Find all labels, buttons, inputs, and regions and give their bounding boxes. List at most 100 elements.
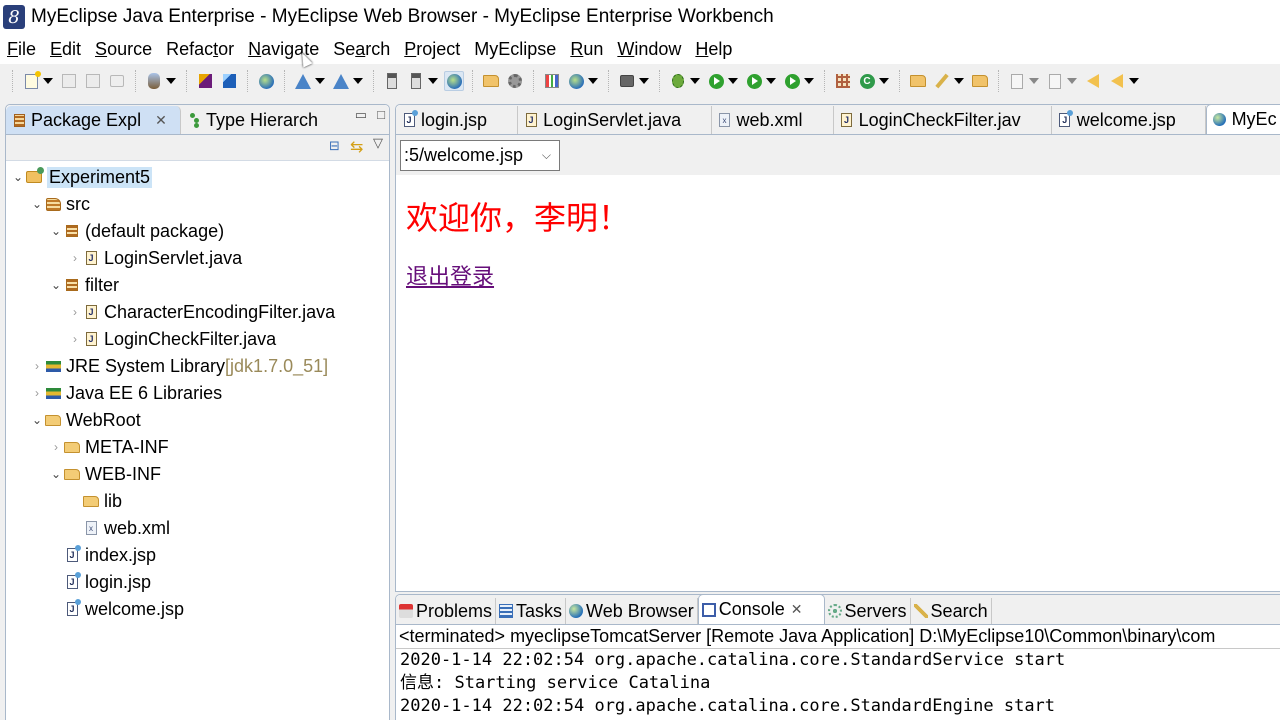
debug-button[interactable] <box>668 71 688 91</box>
logout-link[interactable]: 退出登录 <box>406 259 494 291</box>
tree-item[interactable]: ⌄ (default package) <box>48 218 224 244</box>
deploy-server-dropdown[interactable] <box>353 71 363 91</box>
chevron-down-icon[interactable]: ⌄ <box>29 191 45 217</box>
new-ejb-button[interactable] <box>195 71 215 91</box>
tab-servers[interactable]: Servers <box>825 598 911 624</box>
menu-project[interactable]: Project <box>404 39 460 60</box>
url-combo[interactable]: :5/welcome.jsp ⌵ <box>400 140 560 171</box>
tree-item[interactable]: › J LoginServlet.java <box>67 245 242 271</box>
last-edit-button[interactable] <box>1083 71 1103 91</box>
tree-item[interactable]: ⌄ WEB-INF <box>48 461 161 487</box>
tab-type-hierarchy[interactable]: Type Hierarch <box>181 106 324 134</box>
tree-item[interactable]: Jindex.jsp <box>48 542 156 568</box>
chevron-right-icon[interactable]: › <box>29 353 45 379</box>
tab-web-browser[interactable]: Web Browser <box>566 598 698 624</box>
tree-item[interactable]: › META-INF <box>48 434 169 460</box>
chevron-down-icon[interactable]: ⌄ <box>29 407 45 433</box>
debug-dropdown[interactable] <box>690 71 700 91</box>
console-output[interactable]: 2020-1-14 22:02:54 org.apache.catalina.c… <box>396 649 1280 720</box>
collapse-all-icon[interactable]: ⊟ <box>329 138 340 154</box>
report-button[interactable] <box>542 71 562 91</box>
next-annotation-dropdown[interactable] <box>1029 71 1039 91</box>
tree-item[interactable]: › J CharacterEncodingFilter.java <box>67 299 335 325</box>
tab-search[interactable]: Search <box>911 598 992 624</box>
new-bean-button[interactable] <box>144 71 164 91</box>
tab-package-explorer[interactable]: Package Expl ✕ <box>6 106 181 134</box>
chevron-down-icon[interactable]: ⌄ <box>10 164 26 190</box>
tree-item[interactable]: lib <box>67 488 122 514</box>
server-manage-button[interactable] <box>382 71 402 91</box>
new-file-button[interactable] <box>21 70 41 91</box>
editor-tab-welcome-jsp[interactable]: Jwelcome.jsp <box>1052 106 1206 134</box>
tree-item[interactable]: ⌄ WebRoot <box>29 407 141 433</box>
maximize-icon[interactable]: □ <box>377 107 385 122</box>
deploy-button[interactable] <box>293 71 313 91</box>
chevron-right-icon[interactable]: › <box>67 326 83 352</box>
deploy-dropdown[interactable] <box>315 71 325 91</box>
remote-button[interactable] <box>505 71 525 91</box>
menu-myeclipse[interactable]: MyEclipse <box>474 39 556 60</box>
menu-help[interactable]: Help <box>695 39 732 60</box>
external-tools-button[interactable] <box>782 71 802 91</box>
tree-item[interactable]: › J LoginCheckFilter.java <box>67 326 276 352</box>
menu-edit[interactable]: Edit <box>50 39 81 60</box>
new-class-button[interactable]: C <box>857 71 877 91</box>
editor-tab-myec[interactable]: MyEc <box>1205 104 1280 134</box>
web-2-0-button[interactable] <box>256 71 276 91</box>
new-web-project-button[interactable] <box>219 71 239 91</box>
server-run-dropdown[interactable] <box>428 71 438 91</box>
web-browser-button[interactable] <box>444 71 464 91</box>
chevron-right-icon[interactable]: › <box>67 245 83 271</box>
run-dropdown[interactable] <box>728 71 738 91</box>
new-bean-dropdown[interactable] <box>166 71 176 91</box>
open-type-button[interactable] <box>908 71 928 91</box>
tree-item[interactable]: › JRE System Library [jdk1.7.0_51] <box>29 353 328 379</box>
external-tools-dropdown[interactable] <box>804 71 814 91</box>
editor-tab-login-jsp[interactable]: Jlogin.jsp <box>396 106 519 134</box>
camera-button[interactable] <box>617 71 637 91</box>
prev-annotation-dropdown[interactable] <box>1067 71 1077 91</box>
save-button[interactable] <box>59 71 79 91</box>
server-run-button[interactable] <box>406 71 426 91</box>
back-dropdown[interactable] <box>1129 71 1139 91</box>
editor-tab-logincheckfilter-jav[interactable]: J LoginCheckFilter.jav <box>834 106 1052 134</box>
tree-item[interactable]: ⌄ src <box>29 191 90 217</box>
tree-item[interactable]: Jlogin.jsp <box>48 569 151 595</box>
tree-item[interactable]: ⌄ filter <box>48 272 119 298</box>
tab-problems[interactable]: Problems <box>396 598 497 624</box>
tree-item[interactable]: Jwelcome.jsp <box>48 596 184 622</box>
chevron-right-icon[interactable]: › <box>48 434 64 460</box>
open-resource-button[interactable] <box>970 71 990 91</box>
search-pen-dropdown[interactable] <box>954 71 964 91</box>
minimize-icon[interactable]: ▭ <box>355 107 367 123</box>
menu-search[interactable]: Search <box>333 39 390 60</box>
view-menu-icon[interactable]: ▽ <box>373 135 383 151</box>
save-all-button[interactable] <box>83 71 103 91</box>
run-button[interactable] <box>706 71 726 91</box>
new-file-dropdown[interactable] <box>43 71 53 91</box>
tab-console[interactable]: Console ✕ <box>697 594 825 624</box>
new-class-dropdown[interactable] <box>879 71 889 91</box>
tree-item[interactable]: x web.xml <box>67 515 170 541</box>
chevron-down-icon[interactable]: ⌄ <box>48 461 64 487</box>
chevron-right-icon[interactable]: › <box>29 380 45 406</box>
tab-tasks[interactable]: Tasks <box>496 598 567 624</box>
deploy-server-button[interactable] <box>331 71 351 91</box>
menu-run[interactable]: Run <box>570 39 603 60</box>
chevron-down-icon[interactable]: ⌄ <box>48 272 64 298</box>
chevron-right-icon[interactable]: › <box>67 299 83 325</box>
tree-item[interactable]: › Java EE 6 Libraries <box>29 380 222 406</box>
run-history-button[interactable] <box>744 71 764 91</box>
link-with-editor-icon[interactable]: ⇆ <box>350 137 363 157</box>
open-folder-button[interactable] <box>481 71 501 91</box>
prev-annotation-button[interactable] <box>1045 71 1065 91</box>
next-annotation-button[interactable] <box>1007 71 1027 91</box>
menu-source[interactable]: Source <box>95 39 152 60</box>
editor-tab-loginservlet-java[interactable]: J LoginServlet.java <box>518 106 712 134</box>
close-icon[interactable]: ✕ <box>155 112 167 129</box>
menu-window[interactable]: Window <box>617 39 681 60</box>
menu-refactor[interactable]: Refactor <box>166 39 234 60</box>
tree-item[interactable]: ⌄ Experiment5 <box>10 164 153 190</box>
back-button[interactable] <box>1107 71 1127 91</box>
globe-search-button[interactable] <box>566 71 586 91</box>
